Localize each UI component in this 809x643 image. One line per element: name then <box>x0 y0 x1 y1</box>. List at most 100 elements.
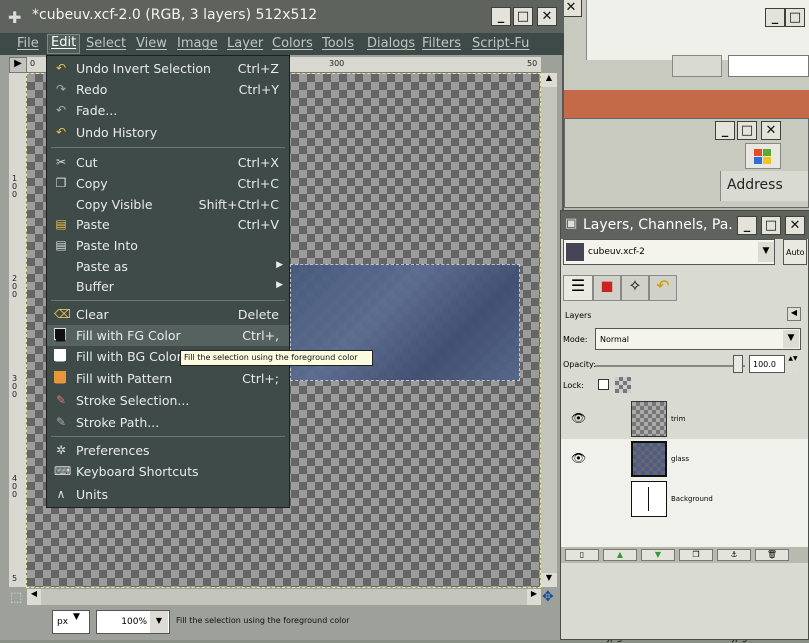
layers-tab[interactable]: ☰ <box>563 275 593 301</box>
menu-item-fade[interactable]: ↶ Fade... <box>47 100 289 121</box>
fill-pattern-icon: ▦ <box>54 371 66 385</box>
layer-row[interactable]: Background <box>561 479 808 519</box>
menu-item-copy-visible[interactable]: Copy Visible Shift+Ctrl+C <box>47 194 289 215</box>
opacity-slider[interactable] <box>595 365 745 367</box>
horizontal-scrollbar[interactable]: ◀ ▶ <box>27 589 541 605</box>
maximize-button[interactable]: □ <box>761 216 781 235</box>
close-button[interactable]: ✕ <box>761 121 781 140</box>
close-button[interactable]: ✕ <box>785 216 805 235</box>
menu-colors[interactable]: Colors <box>272 36 313 51</box>
unit-select[interactable]: px <box>52 610 90 634</box>
menu-item-copy[interactable]: ❐ Copy Ctrl+C <box>47 173 289 194</box>
menu-item-undo[interactable]: ↶ Undo Invert Selection Ctrl+Z <box>47 58 289 79</box>
menu-item-label: Stroke Path... <box>76 415 160 430</box>
quick-mask-corner-button[interactable]: ▶ <box>9 57 27 73</box>
menu-item-undo-history[interactable]: ↶ Undo History <box>47 122 289 143</box>
scroll-right-arrow[interactable]: ▶ <box>527 589 541 605</box>
navigate-icon[interactable]: ✥ <box>542 589 554 605</box>
scroll-up-arrow[interactable]: ▲ <box>541 73 557 87</box>
mode-value: Normal <box>600 335 629 344</box>
menu-dialogs[interactable]: Dialogs <box>367 36 415 51</box>
opacity-spin-buttons[interactable]: ▲▼ <box>787 355 799 373</box>
menu-item-clear[interactable]: ⌫ Clear Delete <box>47 304 289 325</box>
menu-item-stroke-selection[interactable]: ✎ Stroke Selection... <box>47 390 289 411</box>
scroll-down-arrow[interactable]: ▼ <box>541 573 557 587</box>
vertical-ruler[interactable]: 1 0 0 2 0 0 3 0 0 4 0 0 5 <box>9 73 27 587</box>
menu-item-paste-as[interactable]: Paste as ▶ <box>47 256 289 277</box>
menu-item-fill-pattern[interactable]: ▦ Fill with Pattern Ctrl+; <box>47 368 289 389</box>
menu-file[interactable]: File <box>17 36 39 51</box>
undo-history-tab[interactable]: ↶ <box>649 275 677 301</box>
image-select[interactable]: cubeuv.xcf-2 ▼ <box>563 239 775 265</box>
layers-title-bar: ▣ Layers, Channels, Pa... _ □ ✕ <box>561 211 809 239</box>
menu-item-label: Paste <box>76 217 110 232</box>
menu-item-stroke-path[interactable]: ✎ Stroke Path... <box>47 412 289 433</box>
anchor-layer-button[interactable]: ⚓ <box>717 549 751 561</box>
menu-item-label: Paste as <box>76 259 128 274</box>
menu-image[interactable]: Image <box>177 36 218 51</box>
vertical-scrollbar[interactable]: ▲ ▼ <box>541 73 557 587</box>
eye-icon[interactable]: 👁 <box>571 411 586 425</box>
menu-select[interactable]: Select <box>86 36 126 51</box>
ruler-label: 5 <box>12 574 18 583</box>
menu-edit[interactable]: Edit <box>47 34 81 54</box>
menu-item-label: Undo Invert Selection <box>76 61 211 76</box>
menu-script-fu[interactable]: Script-Fu <box>472 36 529 51</box>
paths-tab[interactable]: ✧ <box>621 275 649 301</box>
ruler-label: 0 <box>30 59 36 68</box>
menu-item-cut[interactable]: ✂ Cut Ctrl+X <box>47 152 289 173</box>
opacity-slider-handle[interactable] <box>733 355 743 373</box>
menu-item-buffer[interactable]: Buffer ▶ <box>47 276 289 297</box>
zoom-shrink-icon[interactable]: ⬚ <box>10 590 22 605</box>
delete-layer-button[interactable]: 🗑 <box>755 549 789 561</box>
raise-layer-button[interactable]: ▲ <box>603 549 637 561</box>
preferences-icon: ✲ <box>55 443 67 457</box>
chevron-down-icon: ▼ <box>783 330 799 348</box>
menu-item-paste[interactable]: ▤ Paste Ctrl+V <box>47 214 289 235</box>
new-layer-button[interactable]: ▯ <box>565 549 599 561</box>
ruler-label: 300 <box>329 59 345 68</box>
menu-item-preferences[interactable]: ✲ Preferences <box>47 440 289 461</box>
layer-row[interactable]: 👁 trim <box>561 399 808 439</box>
menu-item-accel: Ctrl+C <box>237 176 279 191</box>
duplicate-layer-button[interactable]: ❐ <box>679 549 713 561</box>
auto-button[interactable]: Auto <box>783 239 807 265</box>
menu-filters[interactable]: Filters <box>422 36 461 51</box>
menu-item-label: Copy <box>76 176 108 191</box>
layer-row[interactable]: 👁 glass <box>561 439 808 479</box>
tab-menu-button[interactable]: ◀ <box>787 307 801 321</box>
eye-icon[interactable]: 👁 <box>571 451 586 465</box>
layer-thumbnail <box>631 481 667 517</box>
toolbar-buttons[interactable] <box>672 55 722 77</box>
channels-tab[interactable]: ◼ <box>593 275 621 301</box>
menu-tools[interactable]: Tools <box>322 36 354 51</box>
close-button[interactable]: ✕ <box>537 7 557 26</box>
menu-item-label: Fill with FG Color <box>76 328 181 343</box>
zoom-dropdown-button[interactable]: ▼ <box>150 611 168 633</box>
opacity-input[interactable]: 100.0 <box>749 355 785 373</box>
minimize-button[interactable]: _ <box>491 7 511 26</box>
lower-layer-button[interactable]: ▼ <box>641 549 675 561</box>
menu-view[interactable]: View <box>136 36 167 51</box>
menu-layer[interactable]: Layer <box>227 36 263 51</box>
menu-item-label: Undo History <box>76 125 158 140</box>
scroll-left-arrow[interactable]: ◀ <box>27 589 41 605</box>
paste-into-icon: ▤ <box>55 238 67 252</box>
maximize-button[interactable]: □ <box>737 121 757 140</box>
menu-bar: File Edit Select View Image Layer Colors… <box>0 33 564 55</box>
lock-alpha-checkbox[interactable] <box>598 379 609 390</box>
mode-select[interactable]: Normal <box>595 328 801 350</box>
menu-item-accel: Ctrl+X <box>237 155 279 170</box>
minimize-button[interactable]: _ <box>715 121 735 140</box>
menu-item-units[interactable]: ∧ Units <box>47 484 289 505</box>
minimize-button[interactable]: _ <box>765 8 785 27</box>
menu-item-keyboard-shortcuts[interactable]: ⌨ Keyboard Shortcuts <box>47 461 289 482</box>
maximize-button[interactable]: □ <box>513 7 533 26</box>
menu-item-paste-into[interactable]: ▤ Paste Into <box>47 235 289 256</box>
minimize-button[interactable]: _ <box>737 216 757 235</box>
maximize-button[interactable]: □ <box>785 8 805 27</box>
title-bar: ✚ *cubeuv.xcf-2.0 (RGB, 3 layers) 512x51… <box>0 0 564 33</box>
menu-item-redo[interactable]: ↷ Redo Ctrl+Y <box>47 79 289 100</box>
menu-item-fill-fg[interactable]: ■ Fill with FG Color Ctrl+, <box>47 325 289 346</box>
address-input[interactable] <box>728 55 809 77</box>
